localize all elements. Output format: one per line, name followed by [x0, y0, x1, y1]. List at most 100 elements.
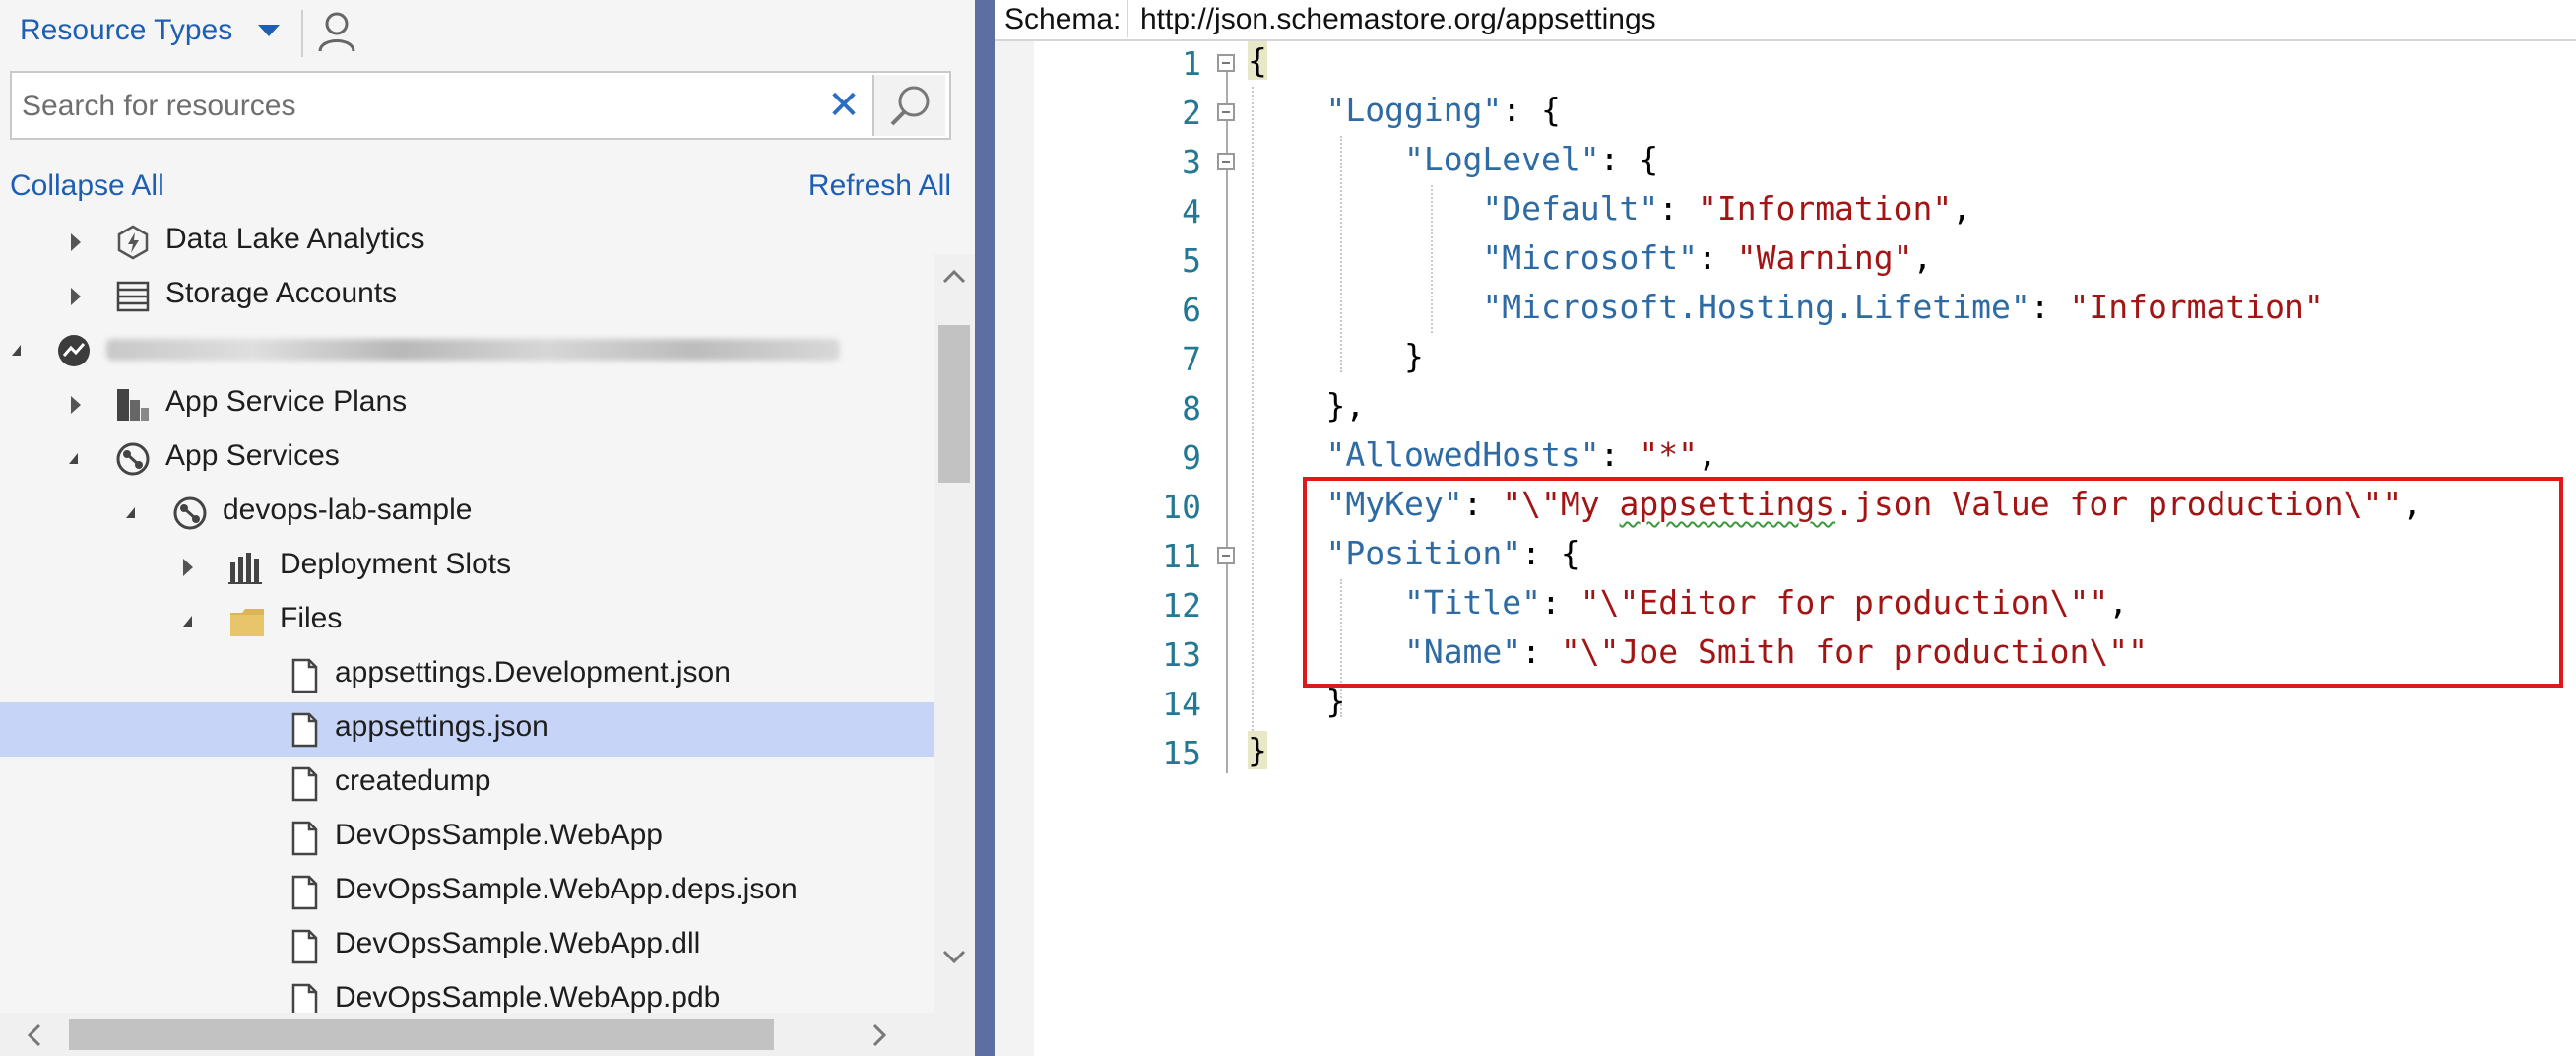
- code-line-4: "Default": "Information",: [1482, 189, 1972, 228]
- code-line-9: "AllowedHosts": "*",: [1325, 435, 1717, 474]
- horizontal-scrollbar[interactable]: [0, 1013, 934, 1056]
- line-number: 2: [1182, 94, 1201, 132]
- collapse-arrow-icon[interactable]: [126, 507, 135, 518]
- web-app-icon: [173, 496, 207, 530]
- search-icon: [890, 86, 930, 126]
- app-service-plans-icon: [117, 389, 149, 421]
- fold-toggle-icon[interactable]: [1217, 153, 1235, 170]
- tree-item-file[interactable]: DevOpsSample.WebApp: [0, 811, 934, 865]
- scrollbar-corner: [934, 1013, 975, 1056]
- resource-types-dropdown-label[interactable]: Resource Types: [20, 14, 232, 47]
- schema-bar: Schema: http://json.schemastore.org/apps…: [995, 0, 2576, 41]
- fold-toggle-icon[interactable]: [1217, 103, 1235, 121]
- expand-arrow-icon[interactable]: [183, 559, 193, 576]
- file-icon: [291, 658, 318, 693]
- collapse-all-link[interactable]: Collapse All: [10, 169, 164, 203]
- collapse-arrow-icon[interactable]: [69, 453, 78, 464]
- schema-url: http://json.schemastore.org/appsettings: [1140, 3, 1656, 35]
- vertical-scrollbar[interactable]: [934, 254, 975, 1013]
- data-lake-analytics-icon: [117, 225, 149, 260]
- fold-line: [1226, 427, 1228, 547]
- annotation-highlight-box: [1303, 477, 2563, 688]
- tree-item-app-service-plans[interactable]: App Service Plans: [0, 377, 934, 431]
- tree-item-file-selected[interactable]: appsettings.json: [0, 702, 934, 757]
- search-input[interactable]: [20, 81, 792, 132]
- resource-tree: Data Lake Analytics Storage Accounts App…: [0, 215, 934, 1013]
- line-number: 15: [1162, 734, 1201, 772]
- fold-toggle-icon[interactable]: [1217, 547, 1235, 564]
- tree-item-storage-accounts[interactable]: Storage Accounts: [0, 269, 934, 323]
- code-line-2: "Logging": {: [1325, 91, 1561, 129]
- line-number: 14: [1162, 685, 1201, 723]
- tree-item-file[interactable]: appsettings.Development.json: [0, 648, 934, 702]
- panel-splitter[interactable]: [975, 0, 995, 1056]
- file-icon: [291, 983, 318, 1013]
- collapse-arrow-icon[interactable]: [183, 616, 192, 627]
- file-icon: [291, 766, 318, 802]
- tree-item-file[interactable]: createdump: [0, 757, 934, 811]
- tree-item-files[interactable]: Files: [0, 594, 934, 648]
- search-box: ✕: [10, 71, 951, 140]
- line-number: 1: [1182, 44, 1201, 83]
- schema-url-field[interactable]: http://json.schemastore.org/appsettings: [1127, 0, 2576, 37]
- fold-line: [1226, 170, 1228, 427]
- code-line-1: {: [1248, 41, 1267, 80]
- refresh-all-link[interactable]: Refresh All: [808, 169, 951, 203]
- scroll-down-icon[interactable]: [941, 944, 967, 969]
- vertical-scroll-thumb[interactable]: [938, 325, 970, 483]
- account-icon[interactable]: [317, 10, 356, 53]
- tree-item-deployment-slots[interactable]: Deployment Slots: [0, 540, 934, 594]
- file-icon: [291, 875, 318, 910]
- line-number: 7: [1182, 340, 1201, 378]
- tree-item-app-services[interactable]: App Services: [0, 431, 934, 486]
- line-number: 4: [1182, 192, 1201, 231]
- tree-item-data-lake-analytics[interactable]: Data Lake Analytics: [0, 215, 934, 269]
- expand-arrow-icon[interactable]: [71, 288, 81, 305]
- fold-line: [1226, 121, 1228, 153]
- expand-arrow-icon[interactable]: [71, 396, 81, 414]
- line-number: 8: [1182, 389, 1201, 428]
- chevron-down-icon[interactable]: [258, 25, 280, 36]
- header-separator: [301, 10, 303, 57]
- file-icon: [291, 929, 318, 964]
- line-number: 3: [1182, 143, 1201, 181]
- line-number: 10: [1162, 488, 1201, 526]
- file-icon: [291, 821, 318, 856]
- code-line-3: "LogLevel": {: [1403, 140, 1659, 178]
- subscription-icon: [58, 335, 90, 366]
- tree-item-file[interactable]: DevOpsSample.WebApp.dll: [0, 919, 934, 973]
- deployment-slots-icon: [228, 553, 262, 584]
- tree-item-subscription[interactable]: [0, 323, 934, 377]
- app-services-icon: [116, 442, 150, 476]
- horizontal-scroll-thumb[interactable]: [69, 1019, 774, 1050]
- scroll-up-icon[interactable]: [941, 264, 967, 290]
- code-line-7: }: [1403, 337, 1424, 375]
- code-line-8: },: [1325, 386, 1366, 425]
- tree-item-file[interactable]: DevOpsSample.WebApp.deps.json: [0, 865, 934, 919]
- redacted-subscription-name: [106, 339, 840, 361]
- cloud-explorer-panel: Resource Types ✕ Collapse All Refresh Al…: [0, 0, 975, 1056]
- fold-toggle-icon[interactable]: [1217, 54, 1235, 72]
- fold-line: [1226, 564, 1228, 773]
- schema-label: Schema:: [1004, 3, 1122, 35]
- line-number: 11: [1162, 537, 1201, 575]
- scroll-left-icon[interactable]: [22, 1023, 47, 1048]
- tree-item-file[interactable]: DevOpsSample.WebApp.pdb: [0, 973, 934, 1013]
- code-line-5: "Microsoft": "Warning",: [1482, 238, 1933, 277]
- scroll-right-icon[interactable]: [867, 1023, 892, 1048]
- explorer-header: Resource Types: [0, 0, 975, 65]
- line-number: 5: [1182, 241, 1201, 280]
- code-line-6: "Microsoft.Hosting.Lifetime": "Informati…: [1482, 288, 2324, 326]
- line-number: 13: [1162, 635, 1201, 674]
- line-number: 12: [1162, 586, 1201, 625]
- clear-search-icon[interactable]: ✕: [819, 79, 869, 132]
- collapse-arrow-icon[interactable]: [12, 345, 21, 356]
- expand-arrow-icon[interactable]: [71, 233, 81, 251]
- search-button[interactable]: [872, 75, 945, 136]
- folder-icon: [230, 609, 264, 636]
- code-line-15: }: [1248, 731, 1267, 769]
- editor-margin: [995, 41, 1034, 1056]
- storage-accounts-icon: [116, 281, 150, 312]
- fold-line: [1226, 72, 1228, 103]
- tree-item-devops-lab-sample[interactable]: devops-lab-sample: [0, 486, 934, 540]
